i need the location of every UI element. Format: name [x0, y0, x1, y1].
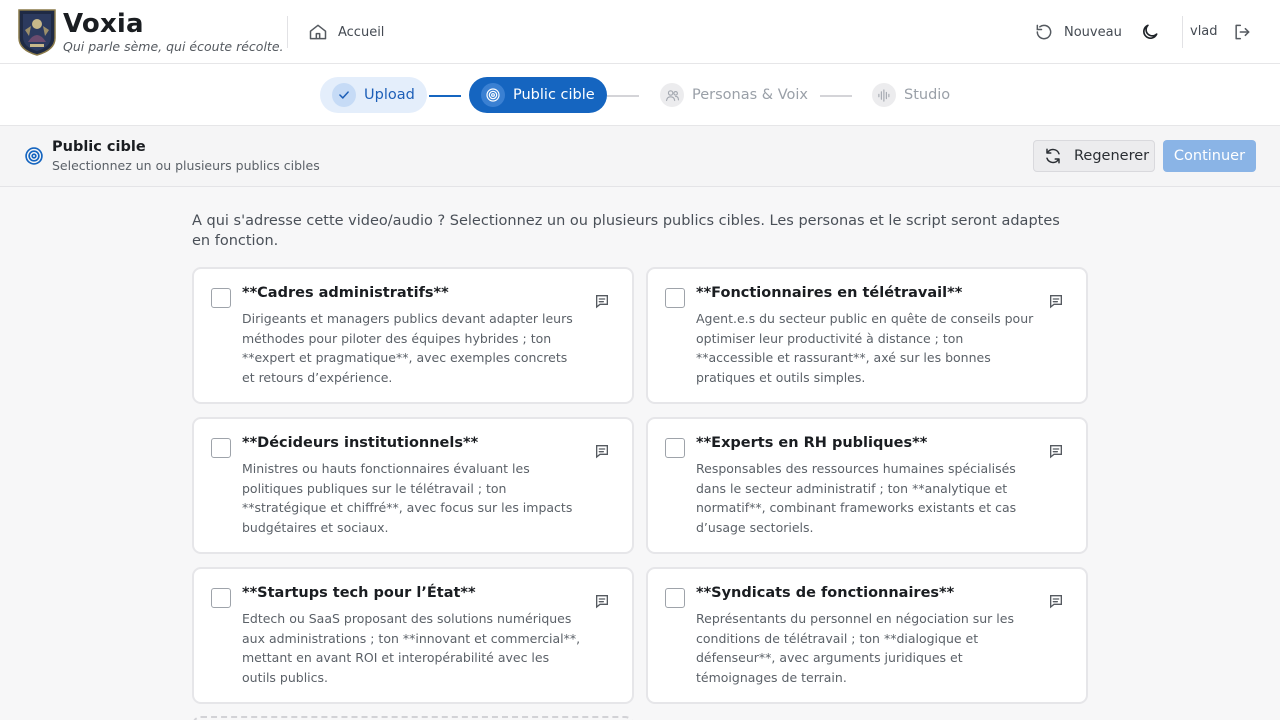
audience-description: Représentants du personnel en négociatio… — [696, 611, 1014, 685]
audio-wave-icon — [872, 83, 896, 107]
header-divider-right — [1182, 16, 1183, 48]
progress-stepper: Upload Public cible Personas & Voix Stud… — [0, 64, 1280, 126]
target-icon — [25, 147, 43, 165]
step-connector — [607, 95, 639, 97]
step-personas-voix-label: Personas & Voix — [692, 87, 808, 103]
refresh-icon — [1046, 148, 1060, 164]
audience-card[interactable]: **Décideurs institutionnels** Ministres … — [192, 417, 634, 554]
audience-title: **Startups tech pour l’État** — [242, 585, 476, 601]
step-studio-label: Studio — [904, 87, 951, 103]
audience-checkbox[interactable] — [211, 288, 231, 308]
audience-title: **Fonctionnaires en télétravail** — [696, 285, 963, 301]
message-icon[interactable] — [1048, 443, 1064, 459]
audience-card[interactable]: **Fonctionnaires en télétravail** Agent.… — [646, 267, 1088, 404]
step-public-cible-label: Public cible — [513, 87, 595, 103]
step-public-cible[interactable]: Public cible — [469, 77, 607, 113]
regenerate-label: Regenerer — [1074, 148, 1150, 164]
message-icon[interactable] — [594, 443, 610, 459]
new-button[interactable]: Nouveau — [1034, 20, 1122, 44]
audience-checkbox[interactable] — [211, 588, 231, 608]
audience-checkbox[interactable] — [211, 438, 231, 458]
step-personas-voix[interactable]: Personas & Voix — [648, 77, 820, 113]
section-subtitle: Selectionnez un ou plusieurs publics cib… — [52, 158, 320, 173]
target-icon — [481, 83, 505, 107]
audience-title: **Experts en RH publiques** — [696, 435, 928, 451]
audience-title: **Décideurs institutionnels** — [242, 435, 479, 451]
voxia-logo-icon[interactable] — [17, 8, 57, 56]
home-link[interactable]: Accueil — [308, 20, 384, 44]
section-title: Public cible — [52, 139, 146, 155]
audience-card[interactable]: **Cadres administratifs** Dirigeants et … — [192, 267, 634, 404]
app-title: Voxia — [63, 9, 144, 39]
message-icon[interactable] — [1048, 293, 1064, 309]
step-connector — [429, 95, 461, 97]
step-upload-label: Upload — [364, 87, 415, 103]
header-divider — [287, 16, 288, 48]
audience-card[interactable]: **Syndicats de fonctionnaires** Représen… — [646, 567, 1088, 704]
audience-checkbox[interactable] — [665, 288, 685, 308]
audience-title: **Cadres administratifs** — [242, 285, 449, 301]
user-name: vlad — [1190, 24, 1218, 39]
refresh-icon — [1036, 24, 1052, 40]
step-upload[interactable]: Upload — [320, 77, 427, 113]
step-studio[interactable]: Studio — [860, 77, 962, 113]
message-icon[interactable] — [594, 293, 610, 309]
check-icon — [332, 83, 356, 107]
message-icon[interactable] — [1048, 593, 1064, 609]
intro-text: A qui s'adresse cette video/audio ? Sele… — [192, 213, 1060, 249]
top-bar: Voxia Qui parle sème, qui écoute récolte… — [0, 0, 1280, 64]
audience-checkbox[interactable] — [665, 588, 685, 608]
step-connector — [820, 95, 852, 97]
add-audience-card[interactable] — [192, 716, 634, 720]
audience-title: **Syndicats de fonctionnaires** — [696, 585, 955, 601]
logout-icon[interactable] — [1232, 22, 1252, 42]
audience-card[interactable]: **Experts en RH publiques** Responsables… — [646, 417, 1088, 554]
audience-description: Edtech ou SaaS proposant des solutions n… — [242, 611, 581, 685]
continue-button[interactable]: Continuer — [1163, 140, 1256, 172]
new-label: Nouveau — [1064, 24, 1122, 40]
audience-checkbox[interactable] — [665, 438, 685, 458]
moon-icon[interactable] — [1140, 22, 1160, 42]
home-label: Accueil — [338, 24, 385, 40]
audience-description: Dirigeants et managers publics devant ad… — [242, 311, 573, 385]
audience-card[interactable]: **Startups tech pour l’État** Edtech ou … — [192, 567, 634, 704]
message-icon[interactable] — [594, 593, 610, 609]
users-icon — [660, 83, 684, 107]
regenerate-button[interactable]: Regenerer — [1033, 140, 1155, 172]
app-tagline: Qui parle sème, qui écoute récolte. — [63, 39, 284, 54]
home-icon — [309, 24, 327, 40]
audience-description: Agent.e.s du secteur public en quête de … — [696, 311, 1034, 385]
audience-description: Ministres ou hauts fonctionnaires évalua… — [242, 461, 573, 535]
audience-description: Responsables des ressources humaines spé… — [696, 461, 1017, 535]
